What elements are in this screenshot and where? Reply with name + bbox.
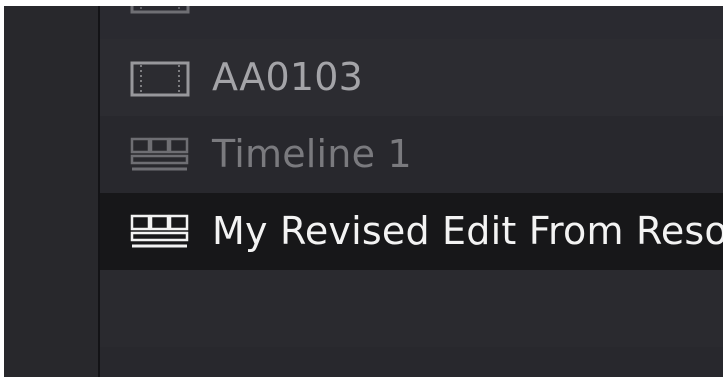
clip-icon: [130, 6, 190, 14]
list-item-empty: [100, 270, 723, 347]
list-item-empty: [100, 347, 723, 377]
list-item-clip[interactable]: AA0103: [100, 39, 723, 116]
clip-list: AA0103 AA0103 Timeline 1: [100, 6, 723, 377]
bin-gutter: [4, 6, 98, 377]
clip-icon: [130, 61, 190, 97]
media-pool-panel: AA0103 AA0103 Timeline 1: [4, 6, 723, 377]
timeline-label: My Revised Edit From Reso: [212, 209, 723, 253]
timeline-icon: [130, 214, 189, 248]
clip-label: AA0103: [212, 55, 363, 99]
clip-label: AA0103: [212, 6, 363, 14]
list-item-clip-partial[interactable]: AA0103: [100, 6, 723, 39]
list-item-timeline-selected[interactable]: My Revised Edit From Reso: [100, 193, 723, 270]
timeline-icon: [130, 137, 189, 171]
timeline-label: Timeline 1: [212, 132, 412, 176]
list-item-timeline[interactable]: Timeline 1: [100, 116, 723, 193]
